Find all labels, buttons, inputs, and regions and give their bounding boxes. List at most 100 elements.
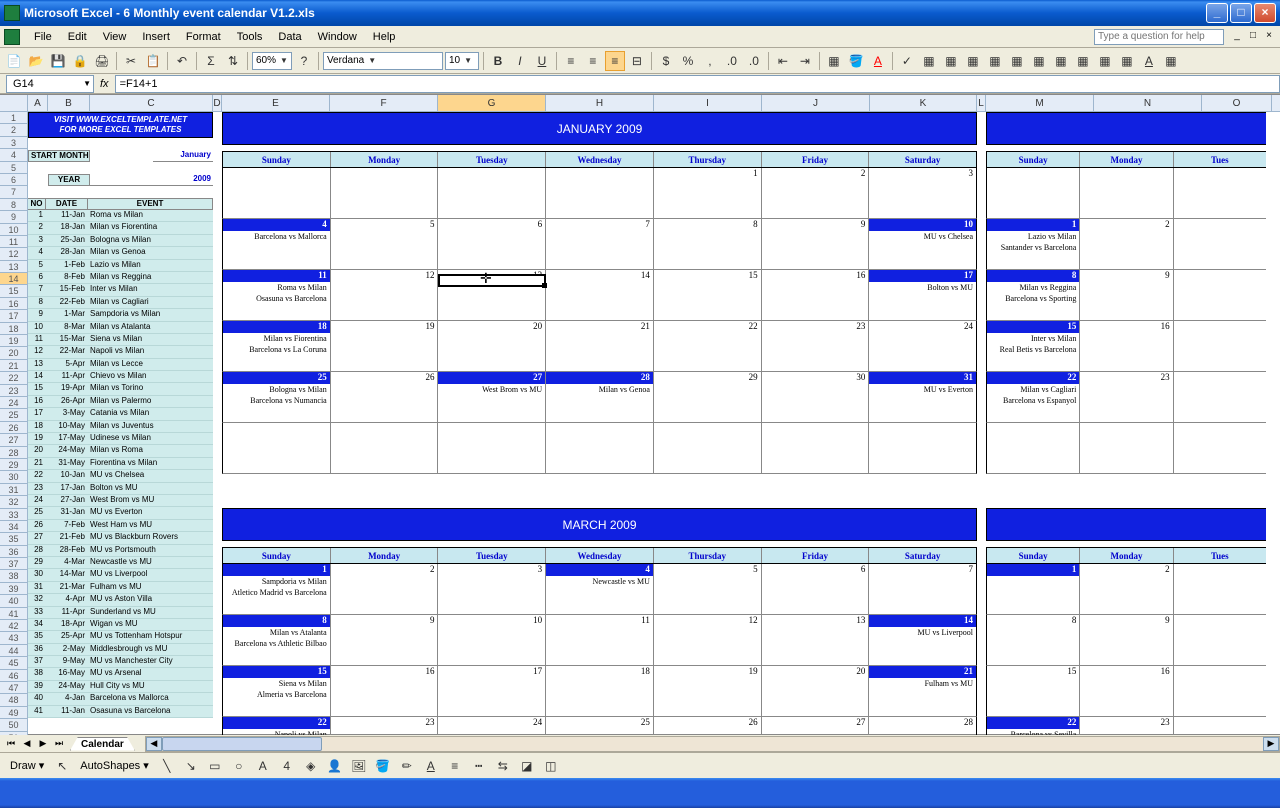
calendar-cell[interactable]	[1174, 168, 1266, 218]
row-header[interactable]: 20	[0, 347, 27, 359]
calendar-cell[interactable]: 20	[762, 666, 870, 716]
calendar-cell[interactable]	[1174, 270, 1266, 320]
currency-icon[interactable]: $	[656, 51, 676, 71]
cut-icon[interactable]: ✂	[121, 51, 141, 71]
calendar-cell[interactable]: 16	[331, 666, 439, 716]
column-header[interactable]: B	[48, 95, 90, 111]
calendar-cell[interactable]: 25Bologna vs MilanBarcelona vs Numancia	[223, 372, 331, 422]
autosum-icon[interactable]: Σ	[201, 51, 221, 71]
tool-icon[interactable]: ▦	[985, 51, 1005, 71]
row-header[interactable]: 11	[0, 236, 27, 248]
event-row[interactable]: 2317-JanBolton vs MU	[28, 483, 213, 495]
autoshapes-menu[interactable]: AutoShapes ▾	[76, 759, 153, 772]
calendar-cell[interactable]: 13	[762, 615, 870, 665]
calendar-cell[interactable]: 30	[762, 372, 870, 422]
event-row[interactable]: 111-JanRoma vs Milan	[28, 210, 213, 222]
start-month-value[interactable]: January	[153, 150, 213, 162]
percent-icon[interactable]: %	[678, 51, 698, 71]
event-row[interactable]: 294-MarNewcastle vs MU	[28, 557, 213, 569]
calendar-cell[interactable]: 21	[546, 321, 654, 371]
calendar-cell[interactable]: 1Lazio vs MilanSantander vs Barcelona	[987, 219, 1080, 269]
calendar-cell[interactable]	[869, 423, 976, 473]
calendar-cell[interactable]	[1174, 219, 1266, 269]
calendar-cell[interactable]: 24	[869, 321, 976, 371]
save-icon[interactable]: 💾	[48, 51, 68, 71]
line-icon[interactable]: ╲	[157, 756, 177, 776]
font-color-icon[interactable]: A	[868, 51, 888, 71]
calendar-cell[interactable]: 16	[1080, 666, 1173, 716]
calendar-cell[interactable]: 6	[762, 564, 870, 614]
calendar-cell[interactable]: 9	[331, 615, 439, 665]
formula-input[interactable]	[115, 75, 1280, 93]
calendar-cell[interactable]	[331, 423, 439, 473]
column-header[interactable]: H	[546, 95, 654, 111]
calendar-cell[interactable]: 18Milan vs FiorentinaBarcelona vs La Cor…	[223, 321, 331, 371]
arrow-style-icon[interactable]: ⇆	[493, 756, 513, 776]
row-header[interactable]: 23	[0, 385, 27, 397]
row-header[interactable]: 33	[0, 509, 27, 521]
event-row[interactable]: 1222-MarNapoli vs Milan	[28, 346, 213, 358]
calendar-cell[interactable]	[1174, 717, 1266, 735]
row-header[interactable]: 28	[0, 447, 27, 459]
calendar-cell[interactable]: 10	[438, 615, 546, 665]
minimize-button[interactable]: _	[1206, 3, 1228, 23]
event-row[interactable]: 324-AprMU vs Aston Villa	[28, 594, 213, 606]
calendar-cell[interactable]: 17	[438, 666, 546, 716]
borders-icon[interactable]: ▦	[824, 51, 844, 71]
calendar-cell[interactable]	[1080, 423, 1173, 473]
tool-icon[interactable]: ▦	[1161, 51, 1181, 71]
align-left-icon[interactable]: ≡	[561, 51, 581, 71]
select-objects-icon[interactable]: ↖	[52, 756, 72, 776]
row-header[interactable]: 5	[0, 162, 27, 174]
calendar-cell[interactable]: 2	[331, 564, 439, 614]
calendar-cell[interactable]: 6	[438, 219, 546, 269]
event-row[interactable]: 1519-AprMilan vs Torino	[28, 383, 213, 395]
calendar-cell[interactable]: 3	[869, 168, 976, 218]
row-header[interactable]: 45	[0, 657, 27, 669]
font-color-icon[interactable]: A	[421, 756, 441, 776]
close-button[interactable]: ×	[1254, 3, 1276, 23]
calendar-cell[interactable]: 28Milan vs Genoa	[546, 372, 654, 422]
calendar-cell[interactable]: 31MU vs Everton	[869, 372, 976, 422]
calendar-cell[interactable]: 4Barcelona vs Mallorca	[223, 219, 331, 269]
calendar-cell[interactable]: 2	[1080, 564, 1173, 614]
calendar-cell[interactable]: 15Inter vs MilanReal Betis vs Barcelona	[987, 321, 1080, 371]
calendar-cell[interactable]: 3	[438, 564, 546, 614]
calendar-cell[interactable]: 22	[654, 321, 762, 371]
event-row[interactable]: 51-FebLazio vs Milan	[28, 260, 213, 272]
event-row[interactable]: 218-JanMilan vs Fiorentina	[28, 222, 213, 234]
row-header[interactable]: 46	[0, 670, 27, 682]
event-row[interactable]: 2210-JanMU vs Chelsea	[28, 470, 213, 482]
event-row[interactable]: 3418-AprWigan vs MU	[28, 619, 213, 631]
row-header[interactable]: 18	[0, 323, 27, 335]
event-row[interactable]: 822-FebMilan vs Cagliari	[28, 297, 213, 309]
row-header[interactable]: 21	[0, 360, 27, 372]
dash-style-icon[interactable]: ┅	[469, 756, 489, 776]
picture-icon[interactable]: 🖼	[349, 756, 369, 776]
tab-nav-first-icon[interactable]: ⏮	[4, 738, 18, 749]
event-row[interactable]: 3014-MarMU vs Liverpool	[28, 569, 213, 581]
menu-data[interactable]: Data	[270, 29, 309, 45]
row-header[interactable]: 15	[0, 285, 27, 297]
3d-icon[interactable]: ◫	[541, 756, 561, 776]
calendar-cell[interactable]: 4Newcastle vs MU	[546, 564, 654, 614]
calendar-cell[interactable]: 1	[654, 168, 762, 218]
row-header[interactable]: 42	[0, 620, 27, 632]
event-row[interactable]: 135-AprMilan vs Lecce	[28, 359, 213, 371]
calendar-cell[interactable]: 15	[654, 270, 762, 320]
row-header[interactable]: 41	[0, 608, 27, 620]
row-header[interactable]: 12	[0, 248, 27, 260]
calendar-cell[interactable]: 8Milan vs RegginaBarcelona vs Sporting	[987, 270, 1080, 320]
fill-color-icon[interactable]: 🪣	[373, 756, 393, 776]
scroll-thumb[interactable]	[162, 737, 322, 751]
calendar-cell[interactable]	[223, 168, 331, 218]
calendar-cell[interactable]: 27West Brom vs MU	[438, 372, 546, 422]
calendar-cell[interactable]	[1174, 615, 1266, 665]
event-row[interactable]: 2828-FebMU vs Portsmouth	[28, 545, 213, 557]
row-header[interactable]: 47	[0, 682, 27, 694]
clipart-icon[interactable]: 👤	[325, 756, 345, 776]
menu-format[interactable]: Format	[178, 29, 229, 45]
calendar-cell[interactable]: 19	[331, 321, 439, 371]
event-row[interactable]: 715-FebInter vs Milan	[28, 284, 213, 296]
decrease-indent-icon[interactable]: ⇤	[773, 51, 793, 71]
